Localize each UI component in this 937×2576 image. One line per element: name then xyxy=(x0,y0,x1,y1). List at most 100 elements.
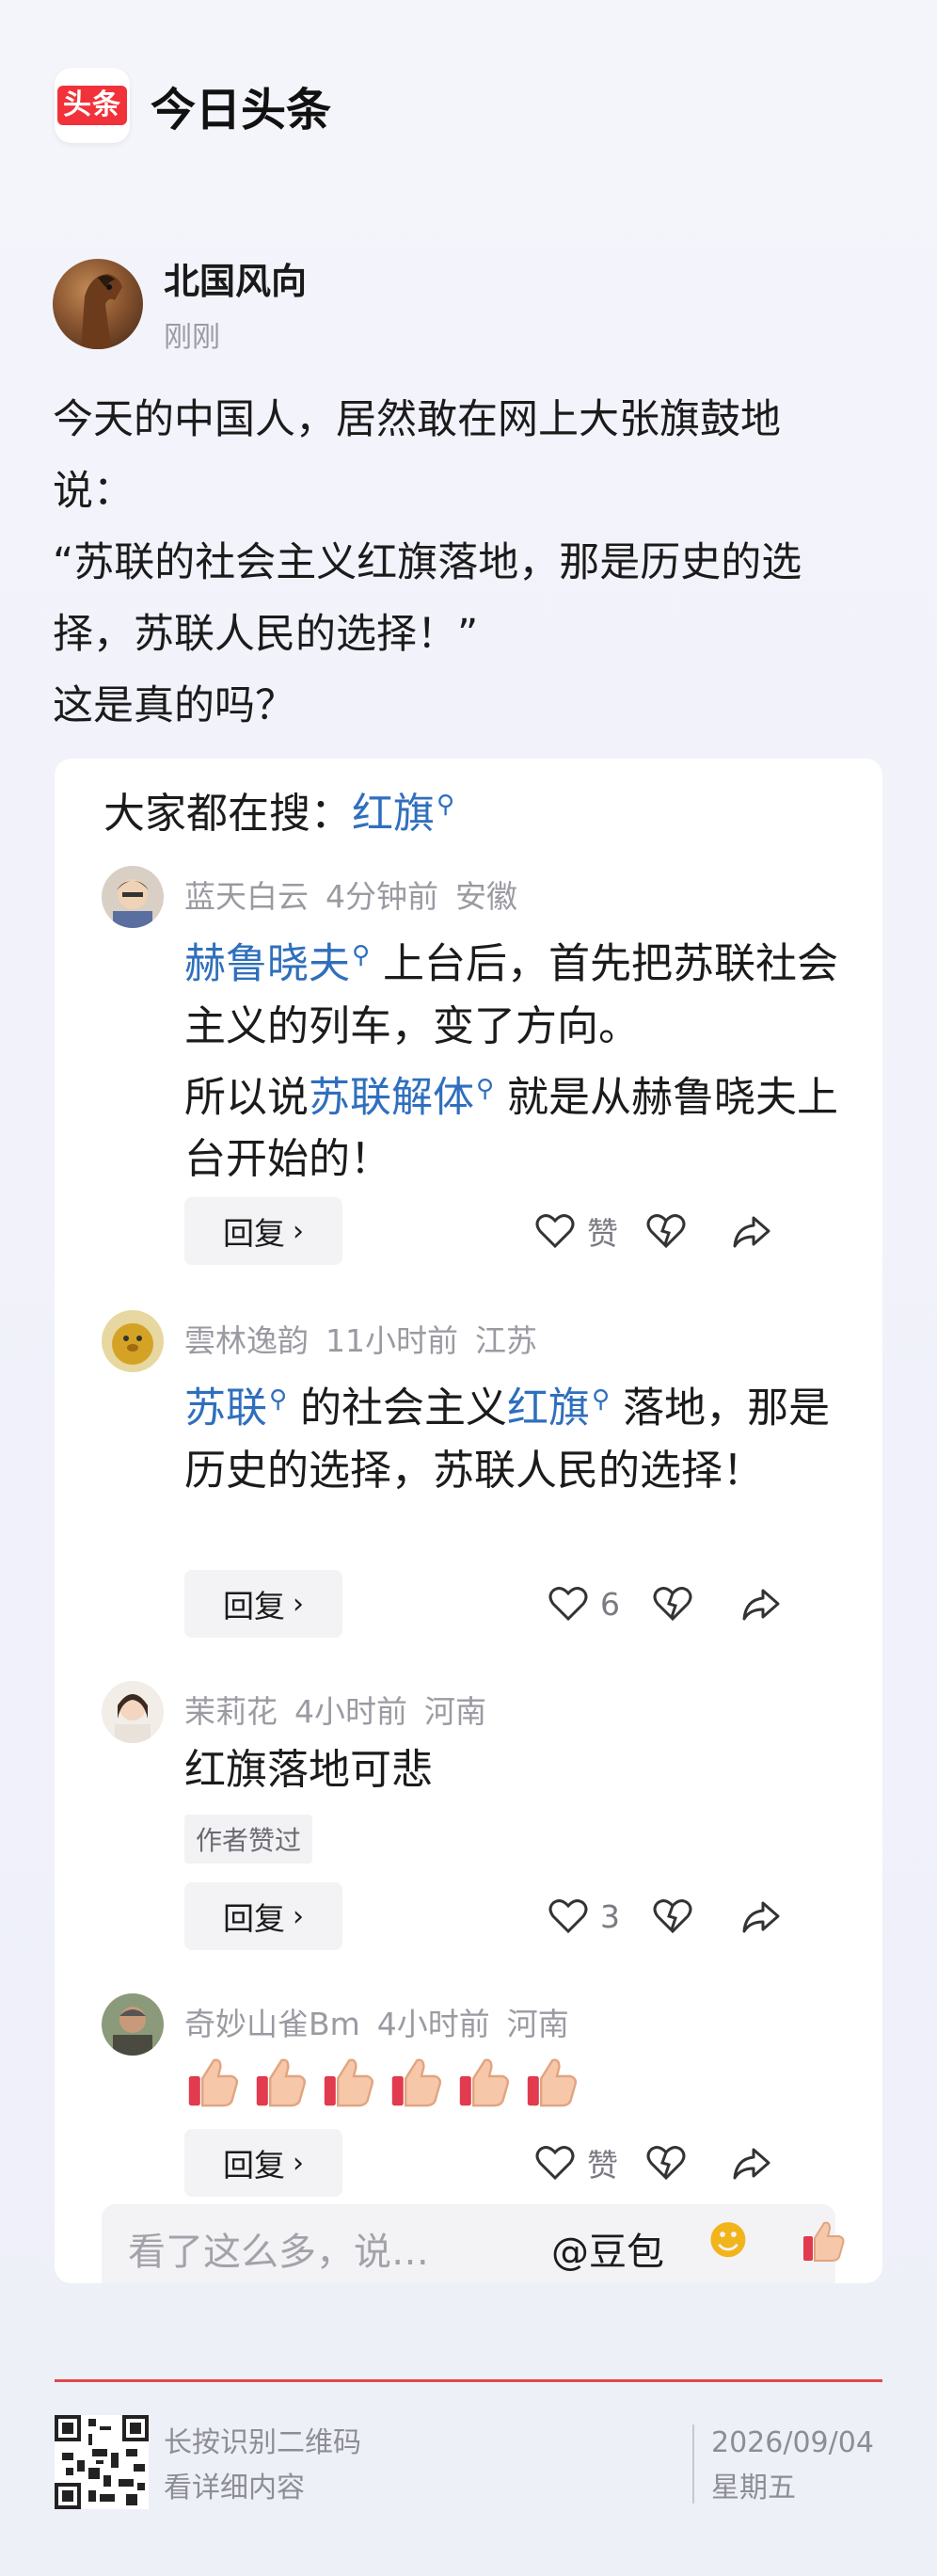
qr-caption-line1: 长按识别二维码 xyxy=(164,2426,361,2459)
reply-button[interactable]: 回复 › xyxy=(184,1197,342,1265)
thumbs-up-icon xyxy=(459,2058,509,2107)
share-button[interactable] xyxy=(731,2144,817,2182)
comment-time: 4分钟前 xyxy=(326,878,438,915)
comment-location: 河南 xyxy=(506,2006,569,2042)
like-button[interactable]: 6 xyxy=(548,1585,652,1623)
dislike-button[interactable] xyxy=(652,1897,741,1935)
post-time: 刚刚 xyxy=(164,321,220,354)
comment-time: 11小时前 xyxy=(326,1322,458,1359)
post-author[interactable]: 北国风向 刚刚 xyxy=(53,252,307,355)
author-liked-badge: 作者赞过 xyxy=(184,1815,313,1864)
like-button[interactable]: 赞 xyxy=(534,2140,645,2185)
broken-heart-icon xyxy=(653,1587,692,1622)
search-icon: ⚲ xyxy=(352,941,371,969)
broken-heart-icon xyxy=(646,1214,686,1249)
search-icon: ⚲ xyxy=(269,1385,288,1414)
reply-button[interactable]: 回复 › xyxy=(184,1570,342,1638)
search-prefix: 大家都在搜： xyxy=(103,790,352,838)
dislike-button[interactable] xyxy=(645,1212,731,1250)
chevron-right-icon: › xyxy=(293,1214,304,1248)
reply-button[interactable]: 回复 › xyxy=(184,2129,342,2197)
author-name[interactable]: 北国风向 xyxy=(164,252,307,304)
comment-meta: 雲林逸韵 11小时前 江苏 xyxy=(184,1316,554,1361)
comment-actions: 6 xyxy=(548,1570,830,1638)
search-icon: ⚲ xyxy=(592,1385,611,1414)
comment-location: 河南 xyxy=(424,1693,486,1730)
reply-label: 回复 xyxy=(223,2147,285,2184)
share-button[interactable] xyxy=(740,1585,830,1623)
comment-item: 蓝天白云 4分钟前 安徽 赫鲁晓夫⚲ 上台后，首先把苏联社会主义的列车，变了方向。 … xyxy=(102,866,854,1183)
commenter-avatar[interactable] xyxy=(102,866,164,928)
qr-caption-line2: 看详细内容 xyxy=(164,2472,305,2504)
thumbs-up-icon[interactable] xyxy=(800,2217,847,2268)
comment-meta: 茉莉花 4小时前 河南 xyxy=(184,1687,503,1732)
share-icon xyxy=(742,1589,780,1621)
app-header: 头条 今日头条 xyxy=(55,68,331,143)
mention-doubao-button[interactable]: @豆包 xyxy=(551,2221,664,2276)
logo-text: 头条 xyxy=(57,86,127,125)
like-button[interactable]: 3 xyxy=(548,1897,652,1935)
keyword-link[interactable]: 苏联 xyxy=(184,1384,267,1432)
share-icon xyxy=(742,1901,780,1933)
commenter-avatar[interactable] xyxy=(102,1310,164,1372)
heart-icon xyxy=(535,2146,575,2181)
thumbs-up-icon xyxy=(188,2058,238,2107)
comment-meta: 奇妙山雀Bm 4小时前 河南 xyxy=(184,1999,586,2044)
commenter-avatar[interactable] xyxy=(102,1681,164,1743)
comment-item: 奇妙山雀Bm 4小时前 河南 xyxy=(102,1993,854,2116)
chevron-right-icon: › xyxy=(293,1587,304,1621)
heart-icon xyxy=(535,1214,575,1249)
keyword-link[interactable]: 赫鲁晓夫 xyxy=(184,940,350,988)
share-button[interactable] xyxy=(731,1212,817,1250)
share-icon xyxy=(733,2148,770,2180)
like-button[interactable]: 赞 xyxy=(534,1208,645,1254)
keyword-link[interactable]: 苏联解体 xyxy=(309,1073,474,1121)
comment-actions: 3 xyxy=(548,1882,830,1950)
broken-heart-icon xyxy=(653,1899,692,1934)
broken-heart-icon xyxy=(646,2146,686,2181)
comment-item: 雲林逸韵 11小时前 江苏 苏联⚲ 的社会主义红旗⚲ 落地，那是历史的选择，苏联人民… xyxy=(102,1310,854,1545)
search-icon: ⚲ xyxy=(437,791,455,820)
keyword-link[interactable]: 红旗 xyxy=(507,1384,590,1432)
qr-code[interactable] xyxy=(55,2415,149,2509)
comment-text: 赫鲁晓夫⚲ 上台后，首先把苏联社会主义的列车，变了方向。 所以说苏联解体⚲ 就是… xyxy=(184,924,862,1191)
thumbs-up-icon xyxy=(391,2058,441,2107)
dislike-button[interactable] xyxy=(652,1585,741,1623)
search-keyword-link[interactable]: 红旗 xyxy=(352,790,435,838)
share-button[interactable] xyxy=(740,1897,830,1935)
comment-input-bar[interactable]: 看了这么多，说… @豆包 ☻ xyxy=(102,2204,845,2283)
commenter-name[interactable]: 茉莉花 xyxy=(184,1693,278,1730)
author-avatar[interactable] xyxy=(53,258,143,349)
comment-actions: 赞 xyxy=(534,2129,817,2197)
emoji-icon[interactable]: ☻ xyxy=(707,2217,749,2264)
comment-location: 江苏 xyxy=(475,1322,537,1359)
reply-label: 回复 xyxy=(223,1215,285,1252)
commenter-name[interactable]: 奇妙山雀Bm xyxy=(184,2006,360,2042)
like-count: 赞 xyxy=(587,1215,618,1252)
comment-text: 苏联⚲ 的社会主义红旗⚲ 落地，那是历史的选择，苏联人民的选择！ xyxy=(184,1368,862,1502)
date-value: 2026/09/04 xyxy=(711,2426,874,2459)
commenter-name[interactable]: 雲林逸韵 xyxy=(184,1322,309,1359)
dislike-button[interactable] xyxy=(645,2144,731,2182)
reply-label: 回复 xyxy=(223,1900,285,1937)
comment-text-part: 的社会主义 xyxy=(287,1384,508,1432)
qr-caption: 长按识别二维码 看详细内容 xyxy=(164,2421,361,2511)
app-name: 今日头条 xyxy=(151,84,332,136)
chevron-right-icon: › xyxy=(293,2146,304,2180)
share-icon xyxy=(733,1216,770,1248)
commenter-avatar[interactable] xyxy=(102,1993,164,2056)
comment-location: 安徽 xyxy=(455,878,517,915)
search-icon: ⚲ xyxy=(476,1074,495,1103)
footer-separator xyxy=(692,2424,694,2504)
comment-time: 4小时前 xyxy=(294,1693,407,1730)
comment-text: 红旗落地可悲 xyxy=(184,1746,433,1794)
app-logo: 头条 xyxy=(55,68,130,143)
thumbs-up-icon xyxy=(527,2058,577,2107)
comment-actions: 赞 xyxy=(534,1197,817,1265)
comment-input-placeholder[interactable]: 看了这么多，说… xyxy=(128,2221,429,2276)
thumbs-up-icon xyxy=(256,2058,306,2107)
reply-button[interactable]: 回复 › xyxy=(184,1882,342,1950)
heart-icon xyxy=(548,1587,588,1622)
heart-icon xyxy=(548,1899,588,1934)
commenter-name[interactable]: 蓝天白云 xyxy=(184,878,309,915)
